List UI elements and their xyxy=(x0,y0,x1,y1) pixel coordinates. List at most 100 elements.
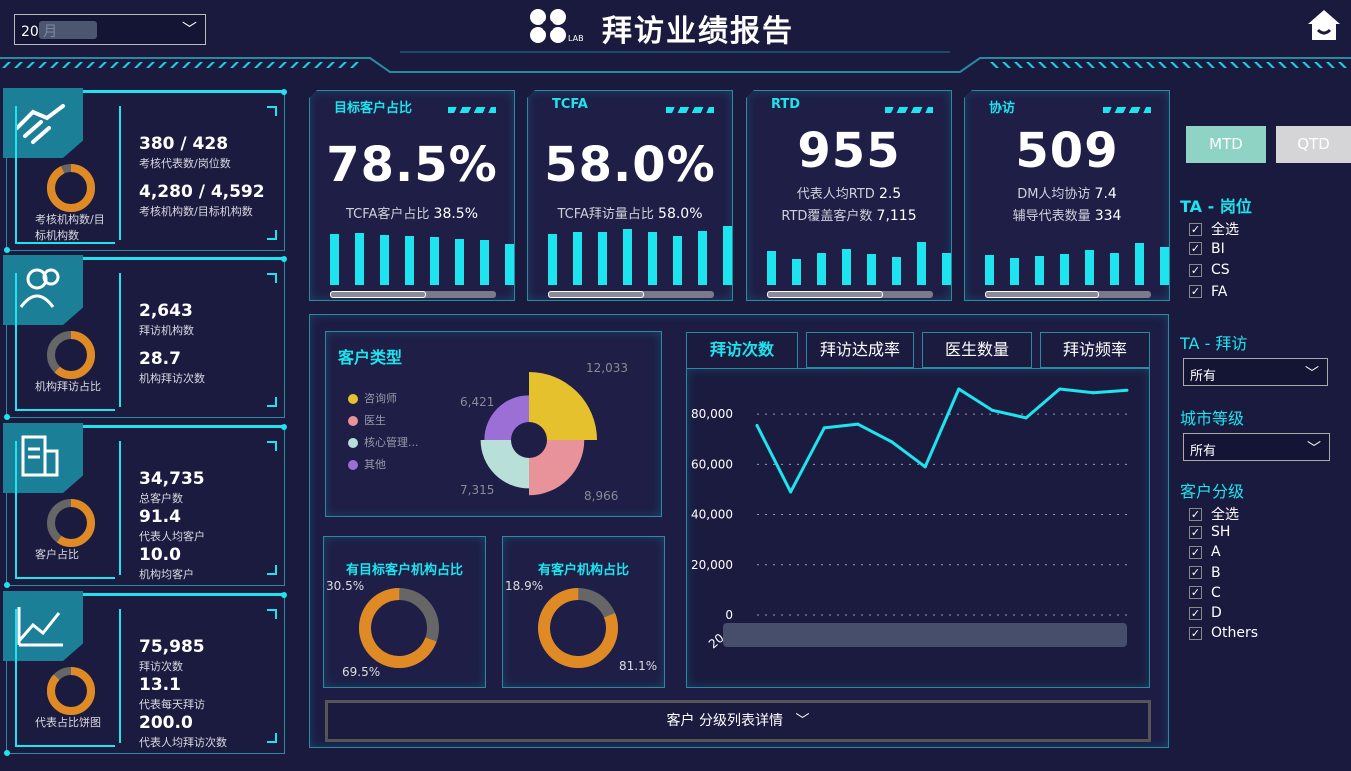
scroll-thumb[interactable] xyxy=(330,291,426,298)
kpi-bar xyxy=(1160,246,1169,285)
kpi-bar xyxy=(355,232,364,285)
pie-slice xyxy=(529,372,597,440)
kpi-bar xyxy=(505,244,514,285)
kpi-card: 协访 509 DM人均协访 7.4 辅导代表数量 334 xyxy=(964,90,1170,301)
kpi-sub-row: TCFA拜访量占比 58.0% xyxy=(528,203,732,222)
customer-type-title: 客户类型 xyxy=(338,348,403,367)
scroll-thumb[interactable] xyxy=(548,291,644,298)
kpi-bar xyxy=(985,255,994,285)
data-point xyxy=(890,440,894,444)
logo-text: LAB xyxy=(568,34,584,43)
data-point xyxy=(822,426,826,430)
tier-checkbox-4[interactable]: ✓ B xyxy=(1189,565,1221,581)
mtd-button[interactable]: MTD xyxy=(1186,126,1266,163)
kpi-scrollbar[interactable] xyxy=(985,291,1151,298)
legend-item: 医生 xyxy=(348,412,386,428)
corner-mark xyxy=(267,565,277,575)
kpi-big-value: 58.0% xyxy=(544,137,716,193)
donut-chart xyxy=(538,588,618,668)
donut-large-pct: 69.5% xyxy=(342,665,381,679)
x-logo-icon xyxy=(530,9,566,43)
donut-arc xyxy=(538,588,618,668)
corner-mark xyxy=(267,609,277,619)
metric-value: 10.0 xyxy=(139,545,181,565)
kpi-title: 目标客户占比 xyxy=(334,101,413,116)
donut-large-pct: 81.1% xyxy=(619,659,658,673)
kpi-bar xyxy=(1085,250,1094,285)
data-point xyxy=(1024,416,1028,420)
ta-role-checkbox-4[interactable]: ✓ FA xyxy=(1189,284,1227,300)
scroll-thumb[interactable] xyxy=(767,291,883,298)
tier-checkbox-6[interactable]: ✓ D xyxy=(1189,605,1222,621)
metric-label: 机构均客户 xyxy=(139,568,194,581)
checkmark-icon: ✓ xyxy=(1189,507,1202,521)
kpi-scrollbar[interactable] xyxy=(548,291,714,298)
kpi-bar xyxy=(1110,252,1119,285)
kpi-bar xyxy=(673,236,682,285)
donut-small-pct: 30.5% xyxy=(326,579,365,593)
tab-3[interactable]: 医生数量 xyxy=(922,332,1032,368)
data-point xyxy=(755,423,759,427)
legend-swatch xyxy=(348,416,358,426)
tier-checkbox-1[interactable]: ✓ 全选 xyxy=(1189,504,1239,524)
kpi-bar xyxy=(648,231,657,285)
date-select[interactable]: 20 月 ﹀ xyxy=(14,14,206,45)
app-logo: LAB xyxy=(528,8,584,46)
kpi-bar-chart xyxy=(548,223,732,285)
customer-tier-title: 客户分级 xyxy=(1180,482,1245,501)
kpi-scrollbar[interactable] xyxy=(767,291,933,298)
tier-checkbox-3[interactable]: ✓ A xyxy=(1189,544,1221,560)
metrics-box: 75,985 拜访次数 13.1 代表每天拜访 200.0 代表人均拜访次数 xyxy=(119,609,277,749)
metric-value: 13.1 xyxy=(139,675,181,695)
left-kpi-card: 代表占比饼图 75,985 拜访次数 13.1 代表每天拜访 200.0 代表人均拜访次数 xyxy=(3,591,287,756)
metric-label: 代表人均客户 xyxy=(139,530,205,543)
city-level-select[interactable]: 所有 ﹀ xyxy=(1183,433,1330,461)
y-tick-label: 0 xyxy=(725,608,733,622)
tier-checkbox-7[interactable]: ✓ Others xyxy=(1189,625,1258,641)
chevron-down-icon: ﹀ xyxy=(1305,366,1319,382)
legend-item: 咨询师 xyxy=(348,390,397,406)
donut-chart xyxy=(47,164,95,212)
kpi-title: 协访 xyxy=(989,101,1016,116)
tab-4[interactable]: 拜访频率 xyxy=(1040,332,1150,368)
kpi-bar xyxy=(405,236,414,285)
ta-role-checkbox-1[interactable]: ✓ 全选 xyxy=(1189,219,1239,239)
customer-tier-detail-label: 客户 分级列表详情 xyxy=(666,713,783,729)
kpi-big-value: 78.5% xyxy=(326,137,498,193)
data-point xyxy=(856,422,860,426)
kpi-scrollbar[interactable] xyxy=(330,291,496,298)
donut-label: 客户占比 xyxy=(35,548,79,561)
customer-type-pie: 12,033 8,966 7,315 6,421 xyxy=(460,361,628,503)
kpi-bar xyxy=(867,254,876,285)
kpi-bar xyxy=(1035,256,1044,285)
checkbox-label: A xyxy=(1211,544,1221,561)
y-tick-label: 40,000 xyxy=(691,508,733,522)
corner-dot xyxy=(4,750,10,756)
checkmark-icon: ✓ xyxy=(1189,545,1202,559)
data-point xyxy=(789,490,793,494)
tier-checkbox-5[interactable]: ✓ C xyxy=(1189,585,1221,601)
scroll-thumb[interactable] xyxy=(985,291,1099,298)
tier-checkbox-2[interactable]: ✓ SH xyxy=(1189,524,1230,540)
ta-visit-select[interactable]: 所有 ﹀ xyxy=(1183,358,1328,386)
ta-role-checkbox-2[interactable]: ✓ BI xyxy=(1189,241,1225,257)
home-icon[interactable] xyxy=(1306,8,1342,42)
qtd-button[interactable]: QTD xyxy=(1276,126,1351,163)
metric-label: 总客户数 xyxy=(139,492,183,505)
checkmark-icon: ✓ xyxy=(1189,626,1202,640)
kpi-big-value: 509 xyxy=(1015,123,1119,179)
checkmark-icon: ✓ xyxy=(1189,525,1202,539)
metric-label: 拜访机构数 xyxy=(139,324,194,337)
ta-role-title: TA - 岗位 xyxy=(1180,197,1252,216)
tab-2[interactable]: 拜访达成率 xyxy=(806,332,914,368)
kpi-card: 目标客户占比 78.5% TCFA客户占比 38.5% xyxy=(309,90,515,301)
kpi-sub-label: RTD覆盖客户数 xyxy=(781,209,877,224)
kpi-sub-value: 58.0% xyxy=(658,206,703,222)
tab-1[interactable]: 拜访次数 xyxy=(686,332,798,368)
ta-role-checkbox-3[interactable]: ✓ CS xyxy=(1189,262,1230,278)
legend-label: 咨询师 xyxy=(364,392,397,405)
corner-dot xyxy=(281,256,287,262)
data-point xyxy=(957,387,961,391)
customer-tier-detail-button[interactable]: 客户 分级列表详情 ﹀ xyxy=(325,700,1151,742)
kpi-bar-chart xyxy=(330,223,514,285)
